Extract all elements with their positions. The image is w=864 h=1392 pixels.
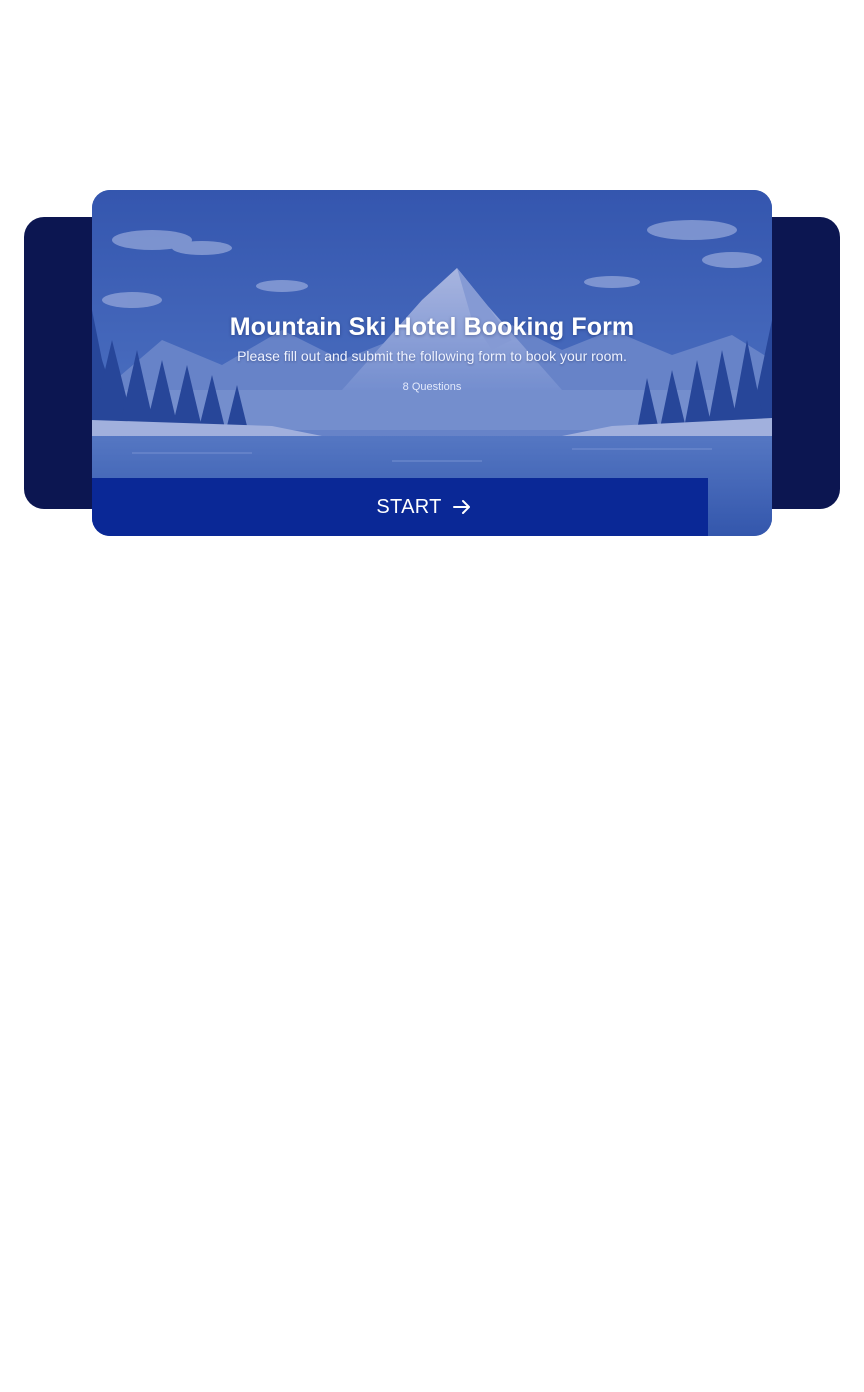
form-welcome-card: Mountain Ski Hotel Booking Form Please f… [92, 190, 772, 536]
arrow-right-icon [452, 500, 470, 514]
form-title: Mountain Ski Hotel Booking Form [229, 313, 635, 341]
welcome-content: Mountain Ski Hotel Booking Form Please f… [92, 308, 772, 394]
question-count: 8 Questions [402, 381, 462, 393]
start-button-label: START [376, 495, 442, 518]
start-button[interactable]: START [92, 478, 708, 536]
form-subtitle: Please fill out and submit the following… [237, 348, 627, 364]
page: Mountain Ski Hotel Booking Form Please f… [0, 0, 864, 1392]
